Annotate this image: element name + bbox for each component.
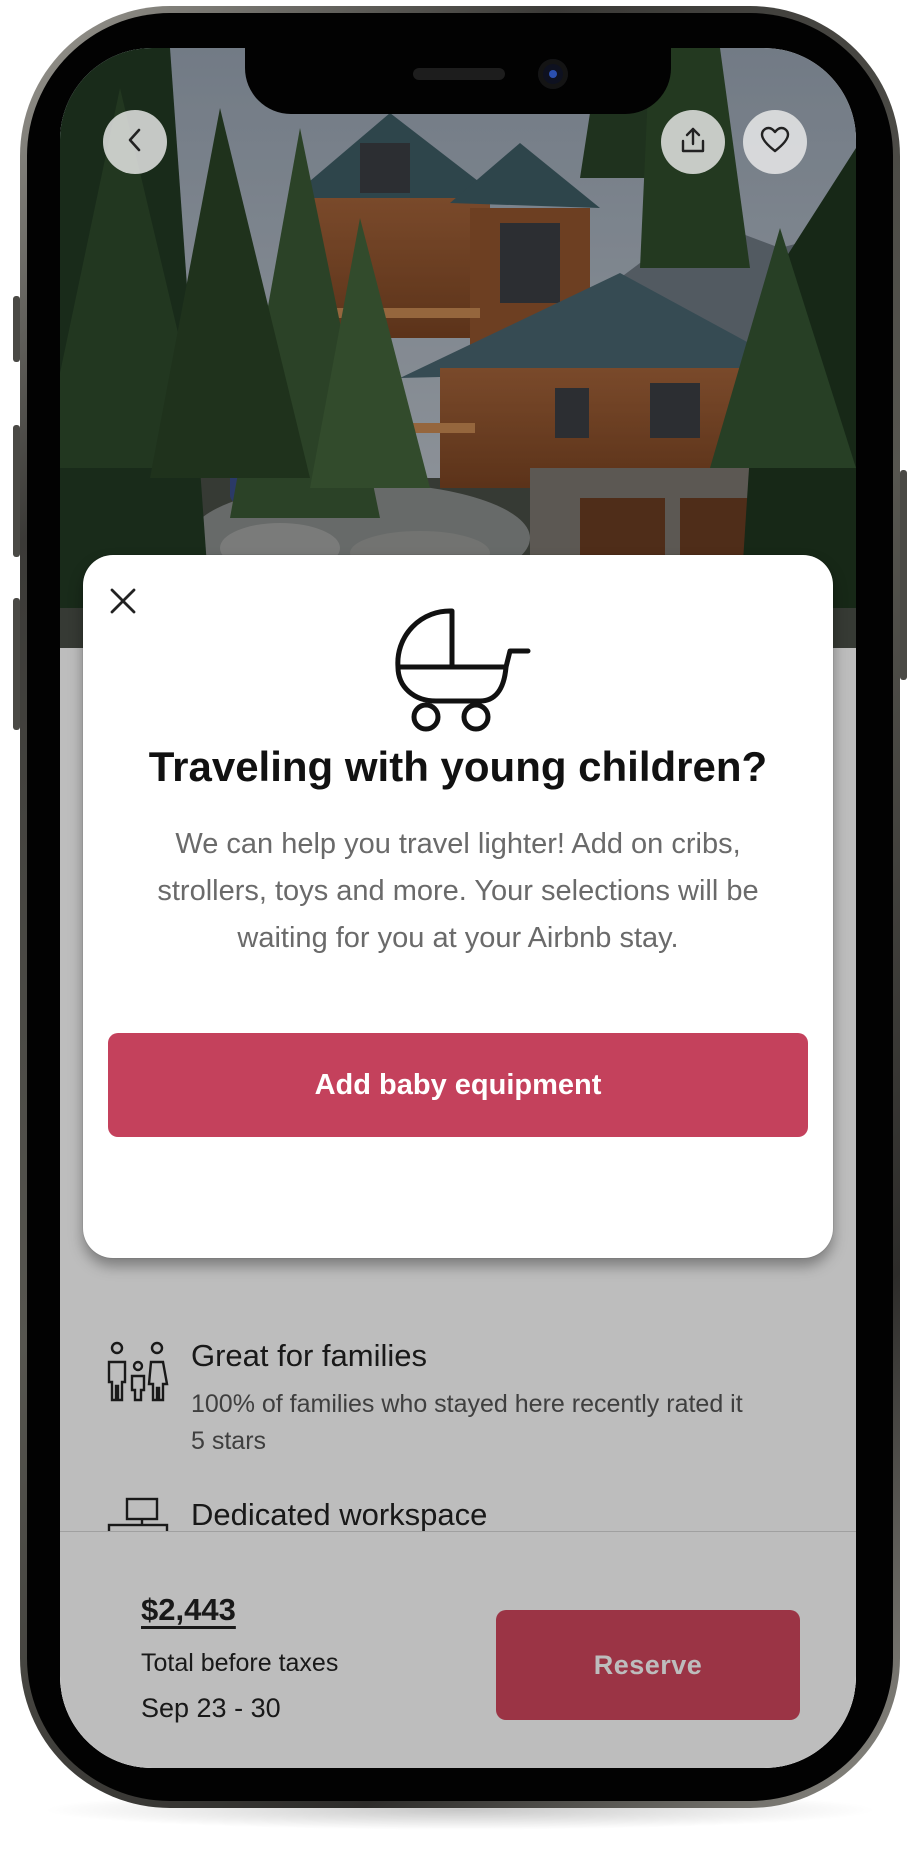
close-button[interactable] — [101, 581, 145, 625]
share-button[interactable] — [661, 110, 725, 174]
add-baby-equipment-button[interactable]: Add baby equipment — [108, 1033, 808, 1137]
favorite-button[interactable] — [743, 110, 807, 174]
volume-down-button — [13, 598, 20, 730]
front-camera — [538, 59, 568, 89]
volume-up-button — [13, 425, 20, 557]
heart-icon — [760, 126, 790, 159]
phone-screen: Great for families 100% of families who … — [60, 48, 856, 1768]
power-button — [900, 470, 907, 680]
modal-title: Traveling with young children? — [148, 743, 768, 790]
baby-equipment-modal: Traveling with young children? We can he… — [83, 555, 833, 1258]
stroller-icon — [392, 605, 532, 738]
notch — [245, 48, 671, 114]
mute-switch — [13, 296, 20, 362]
chevron-left-icon — [122, 127, 148, 158]
share-icon — [679, 126, 707, 159]
back-button[interactable] — [103, 110, 167, 174]
modal-description: We can help you travel lighter! Add on c… — [157, 828, 759, 954]
close-icon — [109, 587, 137, 620]
earpiece-speaker — [413, 68, 505, 80]
